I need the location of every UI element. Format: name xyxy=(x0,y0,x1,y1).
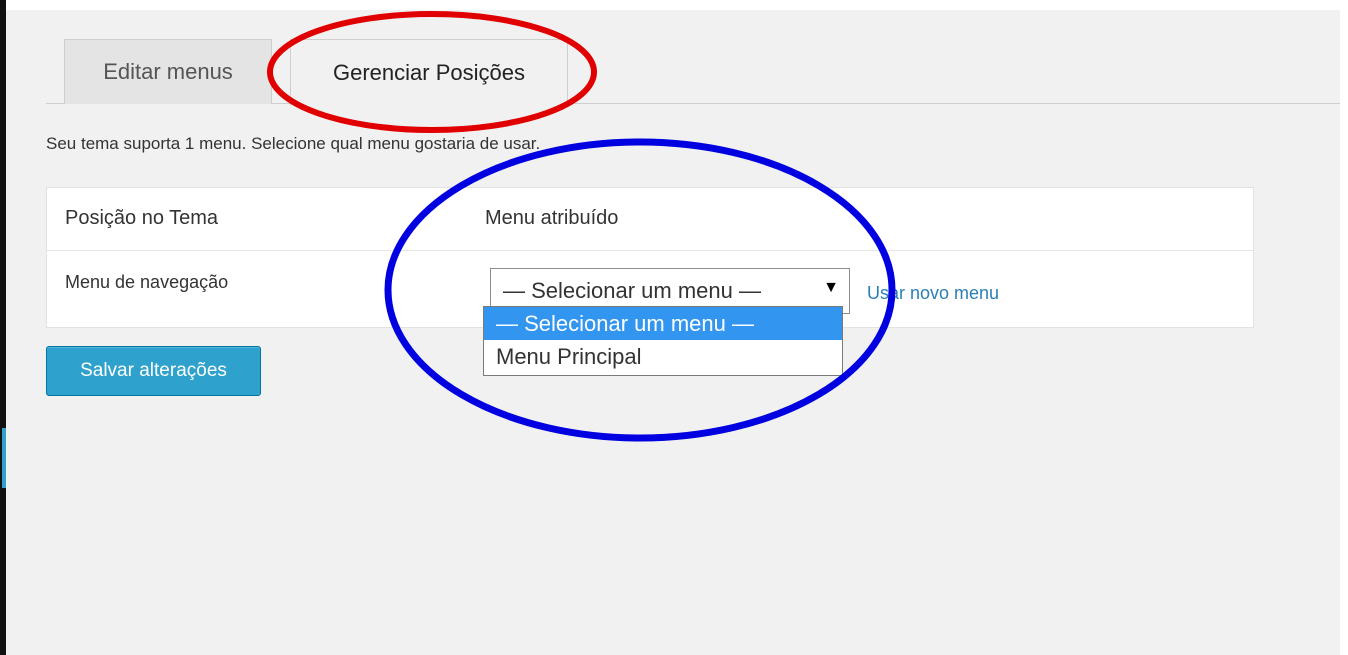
caret-down-icon: ▼ xyxy=(823,279,839,296)
save-changes-button[interactable]: Salvar alterações xyxy=(46,346,261,396)
select-value: — Selecionar um menu — xyxy=(503,278,761,303)
column-header-position: Posição no Tema xyxy=(65,207,219,229)
dropdown-option[interactable]: — Selecionar um menu — xyxy=(484,307,842,340)
menu-select-dropdown: — Selecionar um menu — Menu Principal xyxy=(483,306,843,376)
row-divider xyxy=(47,250,1253,251)
tab-gerenciar-posicoes[interactable]: Gerenciar Posições xyxy=(290,39,568,105)
column-header-assigned-menu: Menu atribuído xyxy=(485,207,619,229)
tab-editar-menus[interactable]: Editar menus xyxy=(64,39,272,104)
tab-label: Gerenciar Posições xyxy=(333,59,525,85)
intro-text: Seu tema suporta 1 menu. Selecione qual … xyxy=(46,134,541,153)
dropdown-option[interactable]: Menu Principal xyxy=(484,340,842,373)
use-new-menu-link[interactable]: Usar novo menu xyxy=(867,283,999,304)
tab-label: Editar menus xyxy=(103,59,233,84)
location-name: Menu de navegação xyxy=(65,272,229,292)
